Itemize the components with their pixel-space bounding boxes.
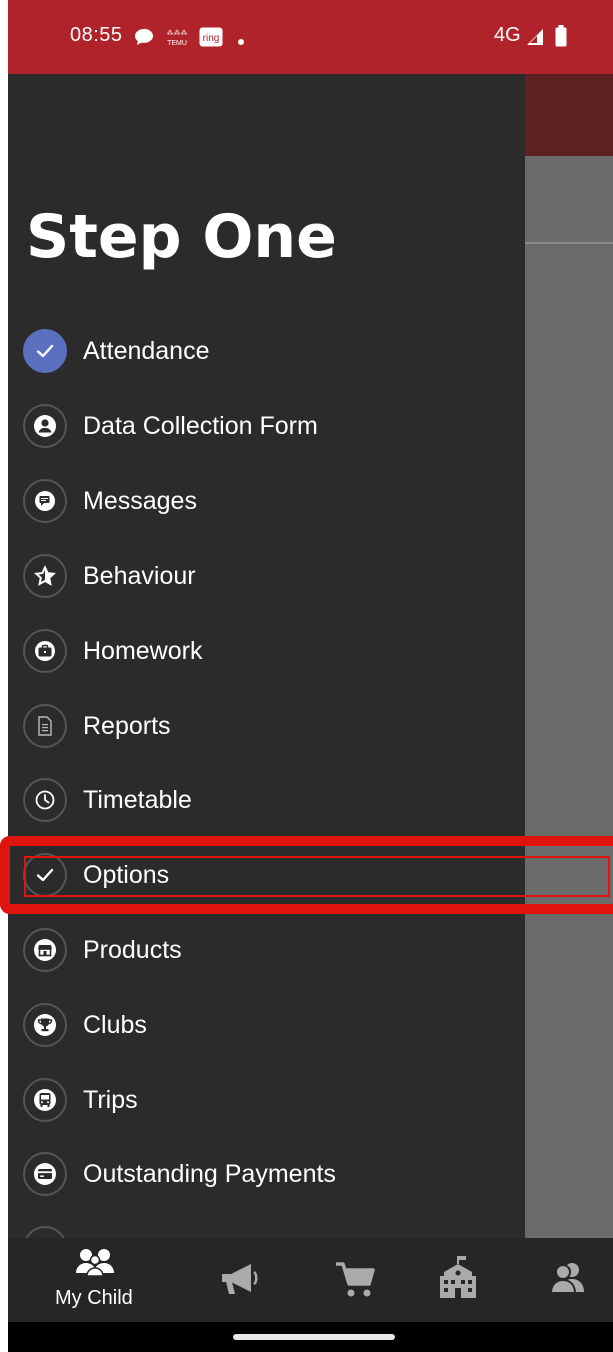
nav-announcements[interactable] [208,1238,274,1322]
ring-label: ring [203,33,220,44]
menu-label-data-collection-form: Data Collection Form [83,412,318,440]
menu-item-partial-icon [23,1226,67,1238]
step-title: Step One [26,202,337,272]
megaphone-icon [220,1262,262,1303]
contacts-icon [549,1260,586,1299]
phone-screen: 08:55 ⁂⁂⁂ TEMU ring 4G Step One Attendan… [8,0,613,1352]
trophy-icon [23,1003,67,1047]
school-icon [438,1254,478,1305]
status-time: 08:55 [70,24,123,46]
star-icon [23,554,67,598]
nav-my-child[interactable]: My Child [38,1238,153,1322]
menu-label-reports: Reports [83,712,171,740]
menu-label-trips: Trips [83,1086,138,1114]
navigation-drawer: Step One Attendance Data Collection Form… [8,74,525,1238]
menu-label-behaviour: Behaviour [83,562,196,590]
clock-icon [23,778,67,822]
menu-item-data-collection-form[interactable]: Data Collection Form [8,397,525,457]
bus-icon [23,1078,67,1122]
people-icon [74,1246,116,1283]
battery-icon [555,25,567,52]
menu-item-products[interactable]: Products [8,921,525,981]
briefcase-icon [23,629,67,673]
dot-icon [237,33,245,51]
highlight-annotation-inner [24,856,610,897]
menu-label-messages: Messages [83,487,197,515]
menu-label-outstanding-payments: Outstanding Payments [83,1160,336,1188]
gesture-handle[interactable] [233,1334,395,1340]
menu-label-homework: Homework [83,637,203,665]
menu-label-clubs: Clubs [83,1011,147,1039]
store-icon [23,928,67,972]
nav-school[interactable] [432,1238,498,1322]
network-type: 4G [494,24,521,46]
menu-label-products: Products [83,936,182,964]
menu-label-attendance: Attendance [83,337,210,365]
person-icon [23,404,67,448]
chat-icon [23,479,67,523]
menu-item-behaviour[interactable]: Behaviour [8,547,525,607]
chat-bubble-icon [134,28,154,51]
nav-my-child-label: My Child [55,1287,133,1309]
temu-icon: ⁂⁂⁂ TEMU [165,26,189,48]
check-icon [23,329,67,373]
ring-icon: ring [199,27,223,52]
menu-item-homework[interactable]: Homework [8,622,525,682]
menu-item-messages[interactable]: Messages [8,472,525,532]
credit-card-icon [23,1152,67,1196]
nav-contacts[interactable] [538,1238,604,1322]
menu-item-clubs[interactable]: Clubs [8,996,525,1056]
nav-shop[interactable] [326,1238,392,1322]
menu-item-reports[interactable]: Reports [8,697,525,757]
temu-label: TEMU [167,40,187,47]
signal-icon [526,28,544,51]
status-bar: 08:55 ⁂⁂⁂ TEMU ring 4G [8,0,613,74]
menu-item-outstanding-payments[interactable]: Outstanding Payments [8,1145,525,1205]
background-app-header [525,74,613,156]
menu-item-trips[interactable]: Trips [8,1071,525,1131]
cart-icon [334,1260,376,1305]
svg-text:⁂⁂⁂: ⁂⁂⁂ [167,29,188,37]
document-icon [23,704,67,748]
menu-item-attendance[interactable]: Attendance [8,322,525,382]
menu-label-timetable: Timetable [83,786,192,814]
bottom-navigation: My Child [8,1238,613,1322]
background-divider [525,242,613,244]
menu-item-timetable[interactable]: Timetable [8,771,525,831]
